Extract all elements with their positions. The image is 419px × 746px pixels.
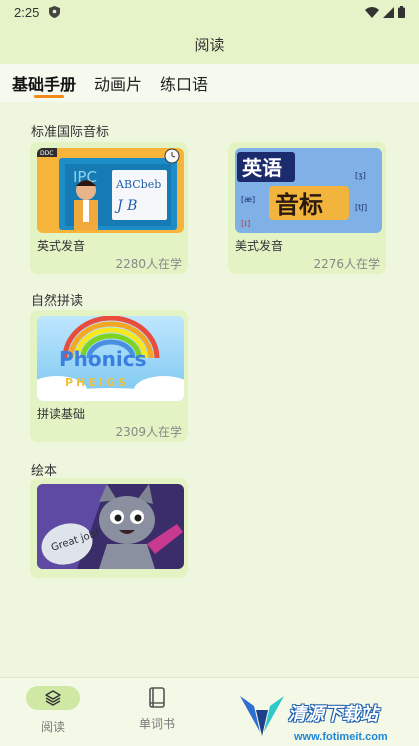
thumb-title-line1: Phonics [59, 347, 147, 371]
status-time: 2:25 [14, 4, 40, 20]
thumb-title-line2: 音标 [275, 191, 323, 219]
course-card-picture-book[interactable]: Great job! [30, 478, 188, 578]
signal-icon [383, 6, 394, 18]
tab-cartoons[interactable]: 动画片 [94, 64, 142, 102]
tab-bar: 基础手册 动画片 练口语 [0, 64, 419, 102]
shield-icon [49, 6, 61, 18]
thumb-title-line2: PHEIGS [65, 376, 129, 389]
section-title-natural-phonics: 自然拼读 [31, 294, 84, 309]
course-name: 美式发音 [235, 239, 284, 253]
thumb-title-line1: 英语 [242, 156, 282, 180]
content-area[interactable]: 标准国际音标 IPC ABCbeb J B DDC 英式发音 2280人在学 英… [0, 102, 419, 677]
svg-text:[ʒ]: [ʒ] [355, 171, 366, 180]
svg-text:[ɪ]: [ɪ] [241, 219, 250, 228]
book-icon [149, 687, 165, 708]
course-card-american[interactable]: 英语 音标 [ʒ] [tʃ] [ɪ] [æ] 美式发音 2276人在学 [228, 142, 386, 274]
learner-count: 2276人在学 [313, 257, 380, 271]
nav-label: 单词书 [138, 717, 175, 731]
nav-item-wordbook[interactable]: 单词书 [122, 686, 192, 732]
thumb-letters: ABCbeb [115, 178, 161, 191]
layers-icon [45, 690, 61, 706]
tab-speaking[interactable]: 练口语 [160, 64, 208, 102]
course-thumbnail: IPC ABCbeb J B DDC [37, 148, 184, 233]
course-card-british[interactable]: IPC ABCbeb J B DDC 英式发音 2280人在学 [30, 142, 188, 274]
svg-text:[tʃ]: [tʃ] [355, 203, 367, 212]
status-bar: 2:25 [0, 0, 419, 24]
course-name: 英式发音 [37, 239, 86, 253]
page-title: 阅读 [194, 35, 225, 54]
tab-basic-manual[interactable]: 基础手册 [12, 64, 76, 102]
section-title-phonetics: 标准国际音标 [31, 125, 110, 140]
svg-text:[æ]: [æ] [241, 195, 255, 204]
course-thumbnail: 英语 音标 [ʒ] [tʃ] [ɪ] [æ] [235, 148, 382, 233]
wifi-icon [365, 6, 379, 18]
svg-text:J B: J B [114, 198, 137, 214]
watermark-logo-icon [240, 696, 284, 736]
section-title-picture-books: 绘本 [31, 464, 58, 479]
watermark: 清源下载站 www.fotimeit.com [236, 684, 416, 746]
svg-text:DDC: DDC [40, 150, 53, 157]
active-indicator [26, 686, 80, 710]
course-card-phonics[interactable]: Phonics PHEIGS 拼读基础 2309人在学 [30, 310, 188, 442]
nav-item-reading[interactable]: 阅读 [18, 686, 88, 735]
learner-count: 2280人在学 [115, 257, 182, 271]
app-bar: 阅读 [0, 24, 419, 64]
nav-label: 阅读 [40, 720, 65, 734]
course-thumbnail: Great job! [37, 484, 184, 569]
battery-icon [398, 6, 405, 18]
course-thumbnail: Phonics PHEIGS [37, 316, 184, 401]
watermark-text: 清源下载站 [288, 704, 378, 725]
learner-count: 2309人在学 [115, 425, 182, 439]
watermark-url: www.fotimeit.com [294, 731, 388, 743]
course-name: 拼读基础 [37, 407, 86, 421]
